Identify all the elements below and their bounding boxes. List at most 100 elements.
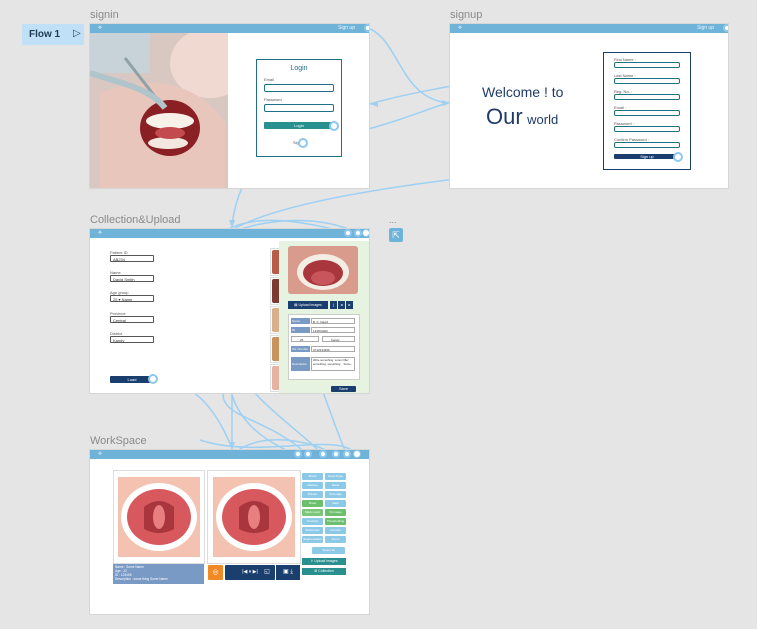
signup-link-hotspot[interactable]: [298, 138, 308, 148]
upload-images-button[interactable]: ▤ Upload images: [288, 301, 328, 309]
tool-pointer[interactable]: Pointer: [302, 491, 323, 498]
patient-description: Description : some thing Some Name: [115, 577, 168, 581]
frame-collection[interactable]: ⟡ Patient ID AB234 Name David Smith Age …: [90, 229, 369, 393]
logo-icon: ⟡: [98, 230, 102, 236]
filter-age-select[interactable]: 25 ▾ Name: [110, 295, 154, 302]
patient-info: Name : Some Name Age : 22 ID : 123456 De…: [113, 564, 204, 584]
collection-label: Collection: [318, 569, 334, 573]
confirm-password-field[interactable]: [614, 142, 680, 148]
tool-select-all[interactable]: Select all: [312, 547, 345, 554]
phone-label: Tel. Number: [291, 346, 310, 352]
frame-signup[interactable]: ⟡ Sign up Welcome ! to Our world First N…: [450, 24, 728, 188]
tool-mask[interactable]: Mask: [325, 482, 346, 489]
workspace-hotspot-6[interactable]: [353, 450, 361, 458]
email-field[interactable]: [614, 110, 680, 116]
collection-hotspot-3[interactable]: [362, 229, 369, 237]
download-icon[interactable]: ⤓: [290, 569, 293, 575]
flow-label: Flow 1: [29, 29, 61, 40]
description-field[interactable]: Write something. Lorem filler something,…: [311, 357, 355, 371]
upload-images-label: Upload images: [314, 559, 338, 563]
signup-button-hotspot[interactable]: [673, 152, 683, 162]
email-field[interactable]: [264, 84, 334, 92]
phone-field[interactable]: 0712234466: [311, 346, 355, 352]
signup-topbar-label[interactable]: Sign up: [697, 25, 714, 31]
logo-icon: ⟡: [98, 25, 102, 31]
tool-segmentation[interactable]: Segmentation: [302, 536, 323, 543]
patient-form: Name B. K. David ID 1245OHDF 25 Kandy Te…: [288, 314, 360, 380]
signin-topbar-signup-link[interactable]: Sign up: [338, 25, 355, 31]
nav-next-button[interactable]: ▸: [346, 301, 353, 309]
tool-contrast[interactable]: Contrast: [302, 518, 323, 525]
login-button[interactable]: Login: [264, 122, 334, 129]
frame-title-signup: signup: [450, 9, 483, 21]
tool-fit-image[interactable]: Fit image: [325, 509, 346, 516]
save-button[interactable]: Save: [331, 386, 356, 392]
age-select[interactable]: 25: [291, 336, 319, 342]
tool-unmark[interactable]: Unmark: [325, 527, 346, 534]
filter-district-select[interactable]: Kandy: [110, 336, 154, 343]
workspace-hotspot-3[interactable]: [319, 450, 327, 458]
login-hotspot[interactable]: [329, 121, 339, 131]
nav-first-button[interactable]: |: [330, 301, 337, 309]
play-icon[interactable]: ▷: [73, 28, 81, 39]
district-select[interactable]: Kandy: [322, 336, 355, 342]
image-panel-left[interactable]: [113, 470, 205, 564]
password-field[interactable]: [264, 104, 334, 112]
collection-button[interactable]: ⊞ Collection: [302, 568, 346, 575]
detail-panel: ▤ Upload images | ◂ ▸ Name B. K. David I…: [279, 241, 369, 393]
workspace-hotspot-2[interactable]: [304, 450, 312, 458]
tool-mark[interactable]: Mark: [325, 500, 346, 507]
tool-zoom[interactable]: Zoom: [325, 536, 346, 543]
tool-sharpness[interactable]: Sharpness: [302, 527, 323, 534]
tool-brush[interactable]: Brush: [302, 473, 323, 480]
id-field[interactable]: 1245OHDF: [311, 327, 355, 333]
more-indicator[interactable]: ...: [389, 215, 397, 225]
save-icon[interactable]: ▣: [283, 569, 289, 575]
workspace-topbar: ⟡: [90, 450, 369, 459]
welcome-our: Our: [486, 104, 523, 129]
frame-title-workspace: WorkSpace: [90, 435, 147, 447]
mouth-preview: [288, 246, 358, 294]
tool-mark-count[interactable]: Mark count: [302, 509, 323, 516]
signup-button[interactable]: Sign up: [614, 154, 680, 159]
frame-signin[interactable]: ⟡ Sign up Login Email Password Login Sig…: [90, 24, 369, 188]
signin-topbar: ⟡ Sign up: [90, 24, 369, 33]
password-field[interactable]: [614, 126, 680, 132]
frame-title-signin: signin: [90, 9, 119, 21]
nav-prev-button[interactable]: ◂: [338, 301, 345, 309]
first-frame-icon[interactable]: |◀: [242, 569, 247, 575]
upload-images-button[interactable]: ⇪ Upload images: [302, 558, 346, 565]
signup-topbar-hotspot[interactable]: [723, 24, 728, 32]
tool-soft-edge[interactable]: Soft edge: [325, 491, 346, 498]
filter-province-select[interactable]: Central: [110, 316, 154, 323]
collection-hotspot-1[interactable]: [344, 229, 352, 237]
signup-topbar: ⟡ Sign up: [450, 24, 728, 33]
load-hotspot[interactable]: [148, 374, 158, 384]
last-frame-icon[interactable]: ▶|: [253, 569, 258, 575]
flow-badge[interactable]: Flow 1 ▷: [22, 24, 84, 45]
frame-workspace[interactable]: ⟡ Name : Some Name Age : 22 ID : 123456 …: [90, 450, 369, 614]
workspace-hotspot-4[interactable]: [332, 450, 340, 458]
first-name-field[interactable]: [614, 62, 680, 68]
id-label: ID: [291, 327, 310, 333]
play-pause-icon[interactable]: ⏸: [249, 569, 252, 575]
filter-name-select[interactable]: David Smith: [110, 275, 154, 282]
signin-topbar-hotspot[interactable]: [364, 24, 369, 32]
login-title: Login: [290, 65, 308, 72]
tool-markup[interactable]: Markup: [302, 482, 323, 489]
tool-draw[interactable]: Draw: [302, 500, 323, 507]
save-download-controls: ▣ ⤓: [276, 565, 300, 580]
image-panel-right[interactable]: [207, 470, 301, 564]
interaction-icon[interactable]: ⇱: [389, 228, 403, 242]
workspace-hotspot-1[interactable]: [294, 450, 302, 458]
tool-thresholding[interactable]: Thresholding: [325, 518, 346, 525]
color-tool-button[interactable]: ◎: [208, 565, 223, 580]
fullscreen-button[interactable]: ◱: [260, 565, 274, 580]
name-field[interactable]: B. K. David: [311, 318, 355, 324]
last-name-field[interactable]: [614, 78, 680, 84]
collection-hotspot-2[interactable]: [354, 229, 362, 237]
tool-hand-pose[interactable]: Hand Pose: [325, 473, 346, 480]
reg-no-field[interactable]: [614, 94, 680, 100]
filter-patient-id-select[interactable]: AB234: [110, 255, 154, 262]
workspace-hotspot-5[interactable]: [343, 450, 351, 458]
